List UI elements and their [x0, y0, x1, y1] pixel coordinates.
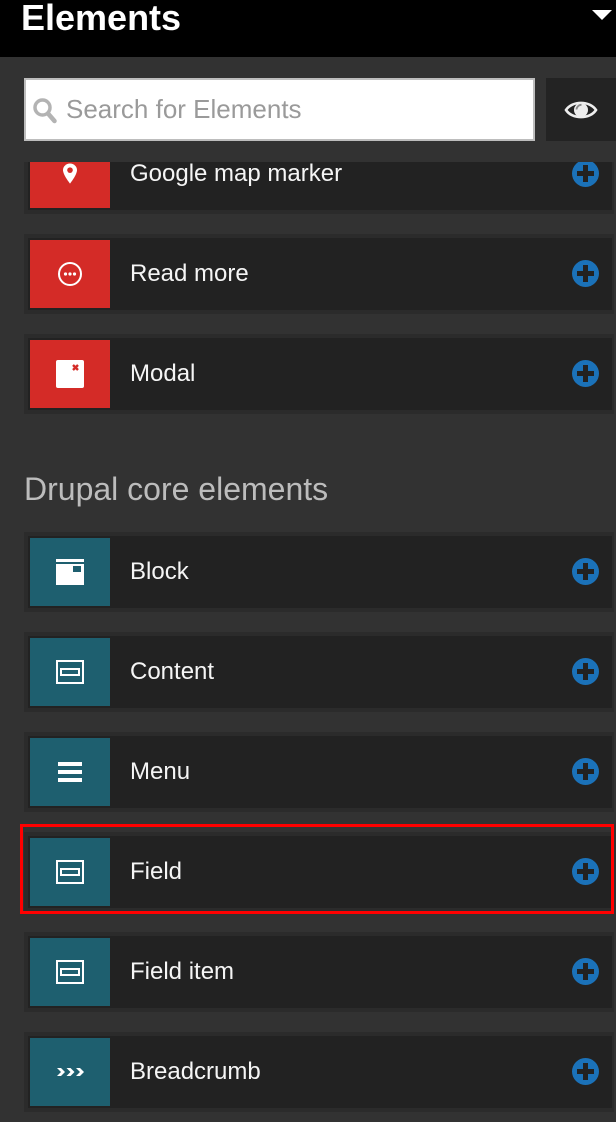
element-item-body: Content [28, 636, 612, 708]
plus-circle-icon[interactable] [572, 360, 599, 387]
element-item-body: Field item [28, 936, 612, 1008]
search-input[interactable] [66, 80, 526, 139]
panel-title: Elements [21, 0, 182, 38]
element-item-field-item[interactable]: Field item [24, 932, 614, 1012]
element-item-modal[interactable]: Modal [24, 334, 614, 414]
field-box-icon [56, 660, 84, 684]
element-item-read-more[interactable]: Read more [24, 234, 614, 314]
caret-down-icon[interactable] [592, 10, 612, 20]
element-item-body: Field [28, 836, 612, 908]
panel-header: Elements [0, 0, 616, 57]
plus-circle-icon[interactable] [572, 1058, 599, 1085]
plus-circle-icon[interactable] [572, 658, 599, 685]
element-label: Read more [130, 260, 249, 287]
plus-circle-icon[interactable] [572, 858, 599, 885]
toggle-visibility-button[interactable] [546, 78, 616, 141]
breadcrumb-chevrons-icon [56, 1068, 84, 1076]
element-icon-tile [30, 938, 110, 1006]
ellipsis-circle-icon [58, 262, 82, 286]
map-marker-icon [63, 163, 77, 184]
modal-window-icon [56, 360, 84, 388]
eye-icon [564, 101, 598, 119]
elements-list[interactable]: Google map marker Read more Modal Drupal… [0, 162, 616, 1122]
element-item-body: Breadcrumb [28, 1036, 612, 1108]
plus-circle-icon[interactable] [572, 958, 599, 985]
element-label: Content [130, 658, 215, 685]
plus-circle-icon[interactable] [572, 758, 599, 785]
element-item-google-map-marker[interactable]: Google map marker [24, 162, 614, 214]
element-item-breadcrumb[interactable]: Breadcrumb [24, 1032, 614, 1112]
element-item-content[interactable]: Content [24, 632, 614, 712]
field-box-icon [56, 960, 84, 984]
element-label: Field [130, 858, 183, 885]
element-label: Breadcrumb [130, 1058, 261, 1085]
element-icon-tile [30, 838, 110, 906]
section-heading-drupal-core: Drupal core elements [24, 471, 329, 507]
search-icon [33, 98, 57, 124]
element-item-body: Menu [28, 736, 612, 808]
element-icon-tile [30, 638, 110, 706]
element-label: Block [130, 558, 189, 585]
element-icon-tile [30, 240, 110, 308]
element-item-menu[interactable]: Menu [24, 732, 614, 812]
element-label: Google map marker [130, 162, 343, 187]
element-icon-tile [30, 340, 110, 408]
element-icon-tile [30, 162, 110, 208]
element-item-body: Block [28, 536, 612, 608]
plus-circle-icon[interactable] [572, 162, 599, 187]
plus-circle-icon[interactable] [572, 558, 599, 585]
element-label: Field item [130, 958, 235, 985]
block-icon [56, 559, 84, 585]
element-item-body: Read more [28, 238, 612, 310]
hamburger-menu-icon [58, 762, 82, 782]
element-item-block[interactable]: Block [24, 532, 614, 612]
element-icon-tile [30, 538, 110, 606]
field-box-icon [56, 860, 84, 884]
plus-circle-icon[interactable] [572, 260, 599, 287]
element-item-field[interactable]: Field [24, 832, 614, 912]
element-label: Menu [130, 758, 191, 785]
element-icon-tile [30, 1038, 110, 1106]
element-item-body: Google map marker [28, 162, 612, 210]
element-icon-tile [30, 738, 110, 806]
element-item-body: Modal [28, 338, 612, 410]
search-field[interactable] [24, 78, 535, 141]
element-label: Modal [130, 360, 196, 387]
